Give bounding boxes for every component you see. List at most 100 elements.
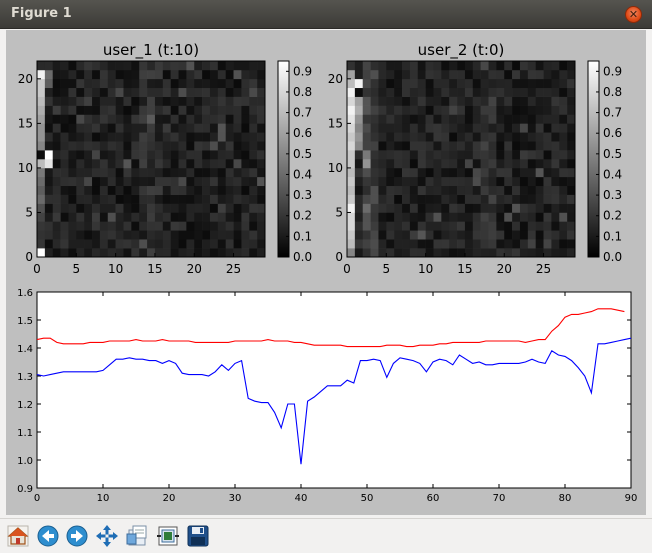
- heatmap-cell: [464, 61, 474, 71]
- heatmap-cell: [433, 159, 442, 169]
- heatmap-cell: [409, 61, 419, 71]
- heatmap-cell: [84, 105, 93, 115]
- figure-canvas[interactable]: user_1 (t:10) 0 5 10 15 20 25 0 5 10 15 20 0.0 0.1 0.2…: [6, 30, 646, 515]
- heatmap-cell: [178, 96, 187, 106]
- heatmap-cell: [233, 185, 242, 195]
- heatmap-cell: [535, 61, 544, 71]
- heatmap-cell: [496, 194, 505, 204]
- heatmap-cell: [52, 114, 61, 124]
- heatmap-cell: [76, 212, 85, 222]
- heatmap-cell: [386, 159, 395, 169]
- home-button[interactable]: [5, 523, 31, 549]
- configure-subplots-button[interactable]: [155, 523, 181, 549]
- heatmap-cell: [464, 212, 474, 222]
- heatmap-cell: [154, 96, 164, 106]
- heatmap-cell: [535, 194, 544, 204]
- heatmap-cell: [567, 212, 576, 222]
- heatmap-cell: [249, 123, 258, 133]
- heatmap-cell: [386, 141, 395, 151]
- heatmap-cell: [115, 230, 124, 240]
- heatmap-cell: [178, 141, 187, 151]
- heatmap-cell: [370, 212, 379, 222]
- heatmap-cell: [480, 230, 489, 240]
- heatmap-cell: [84, 132, 93, 142]
- close-button[interactable]: ✕: [625, 6, 642, 23]
- heatmap-cell: [241, 96, 250, 106]
- heatmap-cell: [535, 230, 544, 240]
- heatmap-cell: [131, 212, 140, 222]
- heatmap-cell: [217, 150, 226, 160]
- heatmap-cell: [417, 87, 426, 97]
- heatmap-cell: [123, 185, 132, 195]
- heatmap-cell: [386, 230, 395, 240]
- save-button[interactable]: [185, 523, 211, 549]
- heatmap-cell: [449, 221, 458, 231]
- heatmap-cell: [60, 167, 69, 178]
- heatmap-cell: [123, 87, 132, 97]
- heatmap-cell: [209, 185, 219, 195]
- x-tick-label: 5: [382, 262, 390, 276]
- heatmap-cell: [257, 203, 266, 213]
- heatmap-cell: [123, 141, 132, 151]
- heatmap-cell: [519, 87, 529, 97]
- heatmap-cell: [115, 221, 124, 231]
- heatmap-cell: [37, 87, 46, 97]
- heatmap-cell: [543, 203, 552, 213]
- heatmap-cell: [139, 203, 148, 213]
- heatmap-cell: [449, 176, 458, 187]
- heatmap-cell: [535, 69, 544, 80]
- heatmap-cell: [115, 123, 124, 133]
- heatmap-cell: [362, 150, 371, 160]
- heatmap-cell: [178, 212, 187, 222]
- heatmap-cell: [37, 69, 46, 80]
- heatmap-cell: [519, 78, 529, 89]
- heatmap-cell: [225, 141, 234, 151]
- heatmap-cell: [417, 230, 426, 240]
- back-button[interactable]: [35, 523, 61, 549]
- heatmap-cell: [370, 248, 379, 258]
- heatmap-cell: [92, 230, 101, 240]
- heatmap-cell: [567, 141, 576, 151]
- heatmap-cell: [202, 212, 211, 222]
- heatmap-cell: [107, 230, 116, 240]
- heatmap-cell: [370, 69, 379, 80]
- heatmap-cell: [551, 78, 560, 89]
- heatmap-cell: [354, 78, 364, 89]
- heatmap-cell: [154, 114, 164, 124]
- heatmap-cell: [154, 159, 164, 169]
- heatmap-cell: [257, 78, 266, 89]
- heatmap-cell: [60, 194, 69, 204]
- heatmap-cell: [194, 141, 203, 151]
- x-tick-label: 40: [295, 493, 308, 504]
- heatmap-cell: [225, 78, 234, 89]
- zoom-button[interactable]: [124, 523, 150, 549]
- heatmap-cell: [131, 96, 140, 106]
- heatmap-cell: [162, 167, 171, 178]
- forward-button[interactable]: [64, 523, 90, 549]
- heatmap-cell: [527, 185, 536, 195]
- colorbar-tick-label: 0.5: [293, 147, 312, 161]
- y-tick-label: 5: [25, 205, 33, 219]
- heatmap-cell: [107, 141, 116, 151]
- heatmap-cell: [519, 203, 529, 213]
- heatmap-cell: [225, 176, 234, 187]
- heatmap-cell: [472, 96, 481, 106]
- heatmap-cell: [154, 239, 164, 249]
- pan-button[interactable]: [94, 523, 120, 549]
- title-bar[interactable]: Figure 1 ✕: [0, 0, 652, 29]
- heatmap-cell: [409, 141, 419, 151]
- heatmap-cell: [52, 69, 61, 80]
- heatmap-cell: [567, 159, 576, 169]
- heatmap-cell: [504, 203, 513, 213]
- heatmap-cell: [409, 114, 419, 124]
- heatmap-cell: [496, 167, 505, 178]
- heatmap-cell: [241, 221, 250, 231]
- heatmap-cell: [386, 114, 395, 124]
- heatmap-cell: [217, 105, 226, 115]
- heatmap-cell: [378, 194, 387, 204]
- heatmap-cell: [115, 159, 124, 169]
- heatmap-cell: [233, 203, 242, 213]
- heatmap-cell: [512, 150, 521, 160]
- y-tick-label: 10: [328, 161, 343, 175]
- heatmap-cell: [52, 61, 61, 71]
